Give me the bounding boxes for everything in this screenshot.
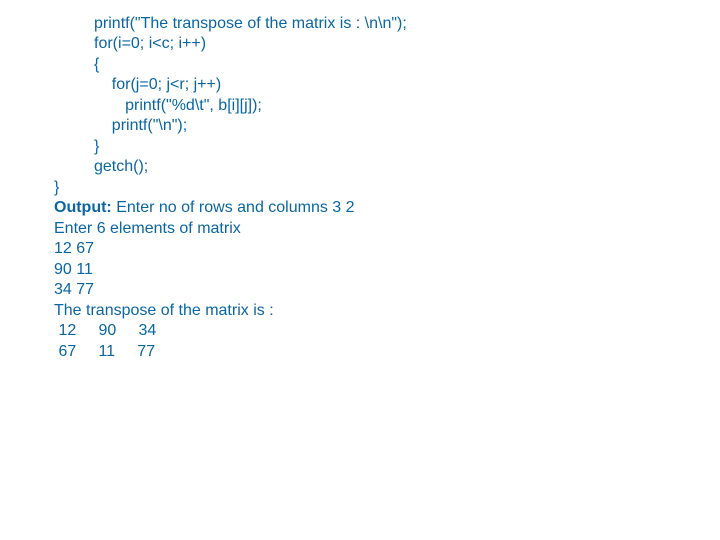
output-heading-line: Output: Enter no of rows and columns 3 2 — [54, 198, 700, 218]
code-line: printf("\n"); — [54, 116, 700, 136]
output-line: Enter 6 elements of matrix — [54, 219, 700, 239]
output-line: 34 77 — [54, 280, 700, 300]
code-line: for(i=0; i<c; i++) — [54, 34, 700, 54]
output-line: 90 11 — [54, 260, 700, 280]
output-line: 12 67 — [54, 239, 700, 259]
code-line: for(j=0; j<r; j++) — [54, 75, 700, 95]
code-line: } — [54, 137, 700, 157]
output-label: Output: — [54, 199, 112, 216]
code-line: getch(); — [54, 157, 700, 177]
code-line: printf("The transpose of the matrix is :… — [54, 14, 700, 34]
output-line: The transpose of the matrix is : — [54, 301, 700, 321]
document-page: printf("The transpose of the matrix is :… — [0, 0, 720, 382]
output-line: Enter no of rows and columns 3 2 — [112, 199, 355, 216]
code-line: { — [54, 55, 700, 75]
output-line: 67 11 77 — [54, 342, 700, 362]
code-line: } — [54, 178, 700, 198]
code-line: printf("%d\t", b[i][j]); — [54, 96, 700, 116]
output-line: 12 90 34 — [54, 321, 700, 341]
